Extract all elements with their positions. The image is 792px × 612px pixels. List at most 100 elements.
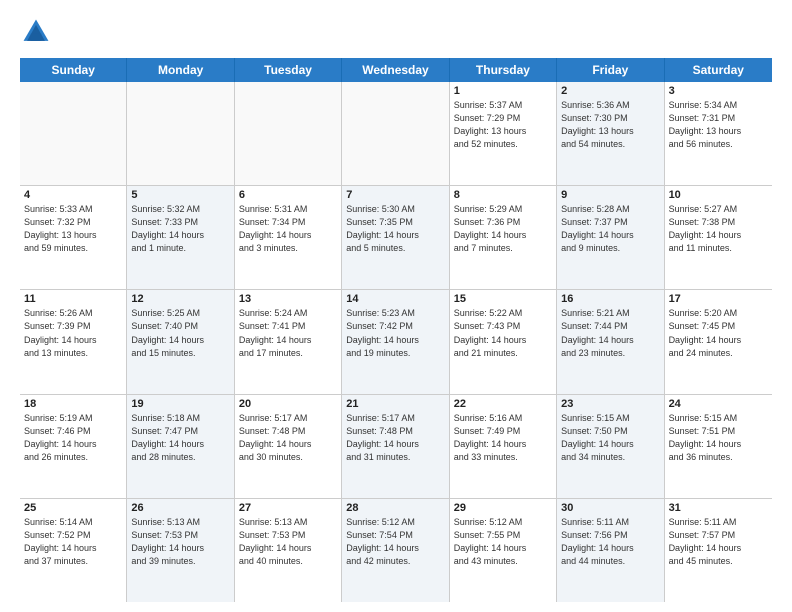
day-number: 29 [454,502,552,514]
weekday-header: Sunday [20,58,127,82]
calendar-cell: 28 Sunrise: 5:12 AM Sunset: 7:54 PM Dayli… [342,499,449,602]
calendar-cell: 23Sunrise: 5:15 AM Sunset: 7:50 PM Dayli… [557,395,664,498]
day-info: Sunrise: 5:32 AM Sunset: 7:33 PM Dayligh… [131,203,229,255]
day-number: 26 [131,502,229,514]
day-info: Sunrise: 5:34 AM Sunset: 7:31 PM Dayligh… [669,99,768,151]
calendar-body: 1 Sunrise: 5:37 AM Sunset: 7:29 PM Daylig… [20,82,772,602]
day-info: Sunrise: 5:21 AM Sunset: 7:44 PM Dayligh… [561,307,659,359]
calendar-cell: 4 Sunrise: 5:33 AM Sunset: 7:32 PM Daylig… [20,186,127,289]
day-info: Sunrise: 5:15 AM Sunset: 7:51 PM Dayligh… [669,412,768,464]
day-info: Sunrise: 5:20 AM Sunset: 7:45 PM Dayligh… [669,307,768,359]
day-number: 10 [669,189,768,201]
calendar-row: 18Sunrise: 5:19 AM Sunset: 7:46 PM Dayli… [20,395,772,499]
calendar-cell: 22 Sunrise: 5:16 AM Sunset: 7:49 PM Dayli… [450,395,557,498]
calendar-row: 11 Sunrise: 5:26 AM Sunset: 7:39 PM Dayli… [20,290,772,394]
calendar-cell: 26Sunrise: 5:13 AM Sunset: 7:53 PM Dayli… [127,499,234,602]
calendar-row: 1 Sunrise: 5:37 AM Sunset: 7:29 PM Daylig… [20,82,772,186]
day-number: 13 [239,293,337,305]
day-info: Sunrise: 5:31 AM Sunset: 7:34 PM Dayligh… [239,203,337,255]
day-info: Sunrise: 5:27 AM Sunset: 7:38 PM Dayligh… [669,203,768,255]
calendar-cell: 1 Sunrise: 5:37 AM Sunset: 7:29 PM Daylig… [450,82,557,185]
calendar-cell: 21Sunrise: 5:17 AM Sunset: 7:48 PM Dayli… [342,395,449,498]
calendar-row: 25Sunrise: 5:14 AM Sunset: 7:52 PM Dayli… [20,499,772,602]
day-number: 16 [561,293,659,305]
calendar-cell: 13 Sunrise: 5:24 AM Sunset: 7:41 PM Dayli… [235,290,342,393]
day-number: 15 [454,293,552,305]
day-info: Sunrise: 5:36 AM Sunset: 7:30 PM Dayligh… [561,99,659,151]
calendar-cell: 24 Sunrise: 5:15 AM Sunset: 7:51 PM Dayli… [665,395,772,498]
day-number: 4 [24,189,122,201]
day-info: Sunrise: 5:30 AM Sunset: 7:35 PM Dayligh… [346,203,444,255]
logo [20,16,56,48]
day-number: 24 [669,398,768,410]
day-info: Sunrise: 5:33 AM Sunset: 7:32 PM Dayligh… [24,203,122,255]
day-number: 19 [131,398,229,410]
calendar-cell: 29 Sunrise: 5:12 AM Sunset: 7:55 PM Dayli… [450,499,557,602]
calendar-cell: 17 Sunrise: 5:20 AM Sunset: 7:45 PM Dayli… [665,290,772,393]
day-info: Sunrise: 5:28 AM Sunset: 7:37 PM Dayligh… [561,203,659,255]
weekday-header: Friday [557,58,664,82]
weekday-header: Wednesday [342,58,449,82]
day-info: Sunrise: 5:14 AM Sunset: 7:52 PM Dayligh… [24,516,122,568]
calendar-cell [127,82,234,185]
calendar-header: SundayMondayTuesdayWednesdayThursdayFrid… [20,58,772,82]
day-info: Sunrise: 5:12 AM Sunset: 7:55 PM Dayligh… [454,516,552,568]
calendar-cell: 15 Sunrise: 5:22 AM Sunset: 7:43 PM Dayli… [450,290,557,393]
day-number: 2 [561,85,659,97]
calendar-cell: 6 Sunrise: 5:31 AM Sunset: 7:34 PM Daylig… [235,186,342,289]
day-info: Sunrise: 5:12 AM Sunset: 7:54 PM Dayligh… [346,516,444,568]
calendar-cell [20,82,127,185]
calendar-row: 4 Sunrise: 5:33 AM Sunset: 7:32 PM Daylig… [20,186,772,290]
calendar-cell [342,82,449,185]
day-number: 18 [24,398,122,410]
day-number: 20 [239,398,337,410]
calendar-cell: 5 Sunrise: 5:32 AM Sunset: 7:33 PM Daylig… [127,186,234,289]
day-number: 17 [669,293,768,305]
day-number: 30 [561,502,659,514]
day-number: 14 [346,293,444,305]
page: SundayMondayTuesdayWednesdayThursdayFrid… [0,0,792,612]
calendar-cell: 16 Sunrise: 5:21 AM Sunset: 7:44 PM Dayli… [557,290,664,393]
weekday-header: Monday [127,58,234,82]
day-number: 5 [131,189,229,201]
day-info: Sunrise: 5:18 AM Sunset: 7:47 PM Dayligh… [131,412,229,464]
header [20,16,772,48]
logo-icon [20,16,52,48]
calendar-cell: 2 Sunrise: 5:36 AM Sunset: 7:30 PM Daylig… [557,82,664,185]
day-number: 28 [346,502,444,514]
day-number: 7 [346,189,444,201]
calendar-cell: 9 Sunrise: 5:28 AM Sunset: 7:37 PM Daylig… [557,186,664,289]
day-info: Sunrise: 5:11 AM Sunset: 7:57 PM Dayligh… [669,516,768,568]
day-number: 11 [24,293,122,305]
day-number: 31 [669,502,768,514]
day-number: 9 [561,189,659,201]
calendar: SundayMondayTuesdayWednesdayThursdayFrid… [20,58,772,602]
calendar-cell: 11 Sunrise: 5:26 AM Sunset: 7:39 PM Dayli… [20,290,127,393]
weekday-header: Thursday [450,58,557,82]
day-number: 23 [561,398,659,410]
calendar-cell: 7 Sunrise: 5:30 AM Sunset: 7:35 PM Daylig… [342,186,449,289]
day-info: Sunrise: 5:26 AM Sunset: 7:39 PM Dayligh… [24,307,122,359]
weekday-header: Saturday [665,58,772,82]
day-number: 22 [454,398,552,410]
day-number: 8 [454,189,552,201]
day-number: 1 [454,85,552,97]
day-info: Sunrise: 5:17 AM Sunset: 7:48 PM Dayligh… [239,412,337,464]
calendar-cell [235,82,342,185]
day-info: Sunrise: 5:25 AM Sunset: 7:40 PM Dayligh… [131,307,229,359]
day-info: Sunrise: 5:22 AM Sunset: 7:43 PM Dayligh… [454,307,552,359]
day-info: Sunrise: 5:37 AM Sunset: 7:29 PM Dayligh… [454,99,552,151]
day-info: Sunrise: 5:29 AM Sunset: 7:36 PM Dayligh… [454,203,552,255]
calendar-cell: 14 Sunrise: 5:23 AM Sunset: 7:42 PM Dayli… [342,290,449,393]
day-info: Sunrise: 5:23 AM Sunset: 7:42 PM Dayligh… [346,307,444,359]
day-number: 3 [669,85,768,97]
weekday-header: Tuesday [235,58,342,82]
day-number: 6 [239,189,337,201]
calendar-cell: 3 Sunrise: 5:34 AM Sunset: 7:31 PM Daylig… [665,82,772,185]
calendar-cell: 30Sunrise: 5:11 AM Sunset: 7:56 PM Dayli… [557,499,664,602]
day-number: 21 [346,398,444,410]
calendar-cell: 27Sunrise: 5:13 AM Sunset: 7:53 PM Dayli… [235,499,342,602]
day-info: Sunrise: 5:16 AM Sunset: 7:49 PM Dayligh… [454,412,552,464]
calendar-cell: 10 Sunrise: 5:27 AM Sunset: 7:38 PM Dayli… [665,186,772,289]
day-info: Sunrise: 5:24 AM Sunset: 7:41 PM Dayligh… [239,307,337,359]
